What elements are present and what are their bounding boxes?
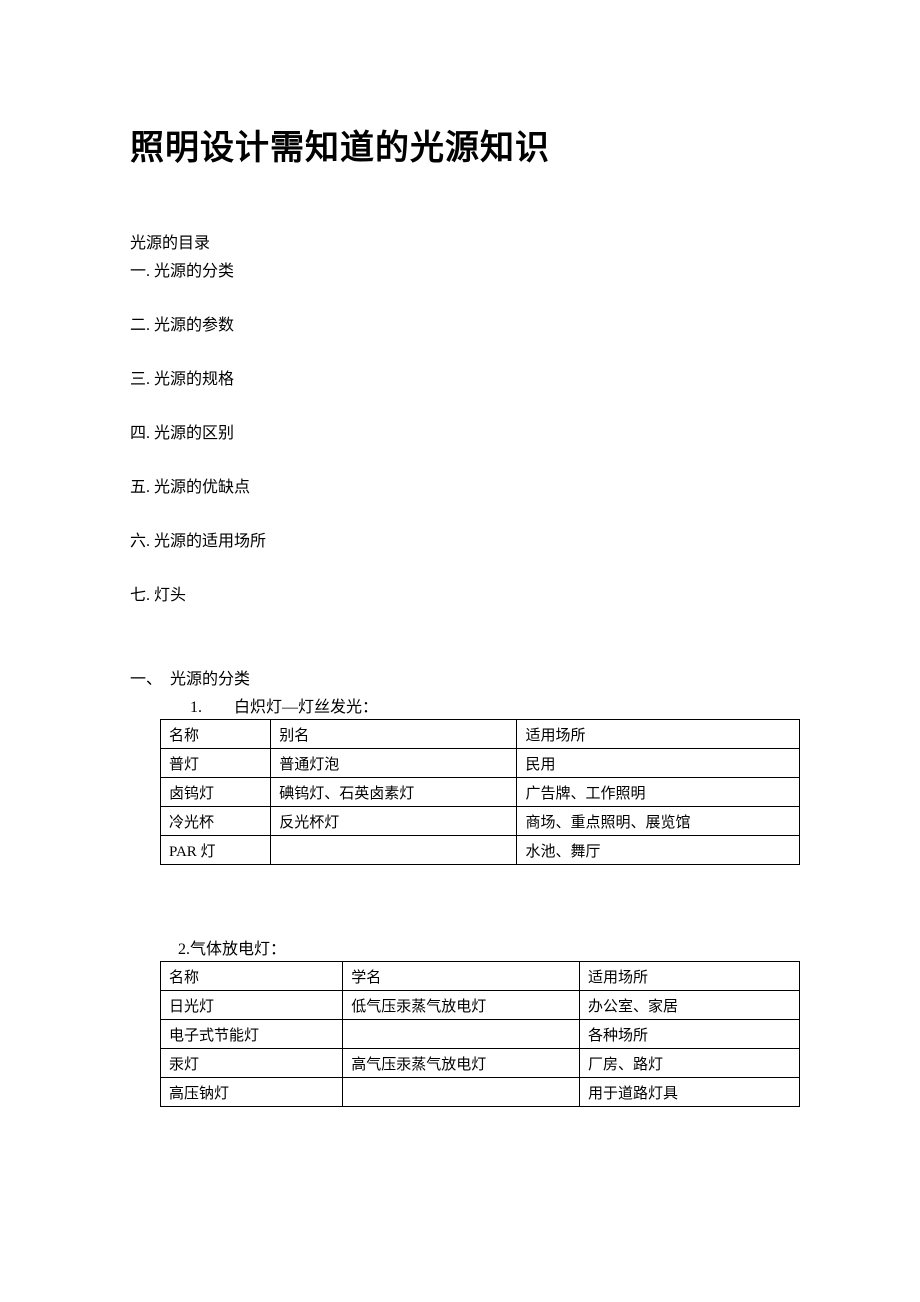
table-cell: 电子式节能灯 xyxy=(161,1020,343,1049)
table-cell: 办公室、家居 xyxy=(580,991,800,1020)
table-cell: 碘钨灯、石英卤素灯 xyxy=(271,778,517,807)
table-cell: 低气压汞蒸气放电灯 xyxy=(343,991,580,1020)
toc-item-5: 五. 光源的优缺点 xyxy=(130,473,800,497)
table-cell: 用于道路灯具 xyxy=(580,1078,800,1107)
toc-item-3: 三. 光源的规格 xyxy=(130,365,800,389)
gas-discharge-table: 名称 学名 适用场所 日光灯 低气压汞蒸气放电灯 办公室、家居 电子式节能灯 各… xyxy=(160,961,800,1107)
table-cell: 厂房、路灯 xyxy=(580,1049,800,1078)
table-cell: 高压钠灯 xyxy=(161,1078,343,1107)
table-cell: 汞灯 xyxy=(161,1049,343,1078)
table-cell: 广告牌、工作照明 xyxy=(517,778,800,807)
table-cell: 日光灯 xyxy=(161,991,343,1020)
toc-item-1: 一. 光源的分类 xyxy=(130,257,800,281)
toc-item-6: 六. 光源的适用场所 xyxy=(130,527,800,551)
table-row: 普灯 普通灯泡 民用 xyxy=(161,749,800,778)
table-row: 名称 学名 适用场所 xyxy=(161,962,800,991)
page-title: 照明设计需知道的光源知识 xyxy=(130,120,800,169)
table-header-cell: 适用场所 xyxy=(580,962,800,991)
table-row: 卤钨灯 碘钨灯、石英卤素灯 广告牌、工作照明 xyxy=(161,778,800,807)
table-row: 日光灯 低气压汞蒸气放电灯 办公室、家居 xyxy=(161,991,800,1020)
table-row: PAR 灯 水池、舞厅 xyxy=(161,836,800,865)
table-row: 高压钠灯 用于道路灯具 xyxy=(161,1078,800,1107)
table-header-cell: 别名 xyxy=(271,720,517,749)
table-header-cell: 适用场所 xyxy=(517,720,800,749)
table-cell: 反光杯灯 xyxy=(271,807,517,836)
table-cell: 高气压汞蒸气放电灯 xyxy=(343,1049,580,1078)
incandescent-table: 名称 别名 适用场所 普灯 普通灯泡 民用 卤钨灯 碘钨灯、石英卤素灯 广告牌、… xyxy=(160,719,800,865)
table-cell: 民用 xyxy=(517,749,800,778)
table-cell: 普通灯泡 xyxy=(271,749,517,778)
table-cell xyxy=(343,1078,580,1107)
section-1-sub-2-heading: 2.气体放电灯： xyxy=(178,935,800,959)
table-cell: 普灯 xyxy=(161,749,271,778)
table-header-cell: 名称 xyxy=(161,720,271,749)
table-cell: 卤钨灯 xyxy=(161,778,271,807)
table-header-cell: 名称 xyxy=(161,962,343,991)
table-cell: 商场、重点照明、展览馆 xyxy=(517,807,800,836)
toc-heading: 光源的目录 xyxy=(130,229,800,253)
table-row: 名称 别名 适用场所 xyxy=(161,720,800,749)
table-cell: 水池、舞厅 xyxy=(517,836,800,865)
table-row: 汞灯 高气压汞蒸气放电灯 厂房、路灯 xyxy=(161,1049,800,1078)
table-header-cell: 学名 xyxy=(343,962,580,991)
table-row: 电子式节能灯 各种场所 xyxy=(161,1020,800,1049)
section-1-heading: 一、 光源的分类 xyxy=(130,665,800,689)
table-cell: PAR 灯 xyxy=(161,836,271,865)
table-cell xyxy=(271,836,517,865)
toc-item-2: 二. 光源的参数 xyxy=(130,311,800,335)
table-row: 冷光杯 反光杯灯 商场、重点照明、展览馆 xyxy=(161,807,800,836)
document-page: 照明设计需知道的光源知识 光源的目录 一. 光源的分类 二. 光源的参数 三. … xyxy=(0,0,920,1302)
table-cell xyxy=(343,1020,580,1049)
table-cell: 冷光杯 xyxy=(161,807,271,836)
table-cell: 各种场所 xyxy=(580,1020,800,1049)
toc-item-4: 四. 光源的区别 xyxy=(130,419,800,443)
toc-item-7: 七. 灯头 xyxy=(130,581,800,605)
section-1-sub-1-heading: 1. 白炽灯—灯丝发光： xyxy=(190,693,800,717)
